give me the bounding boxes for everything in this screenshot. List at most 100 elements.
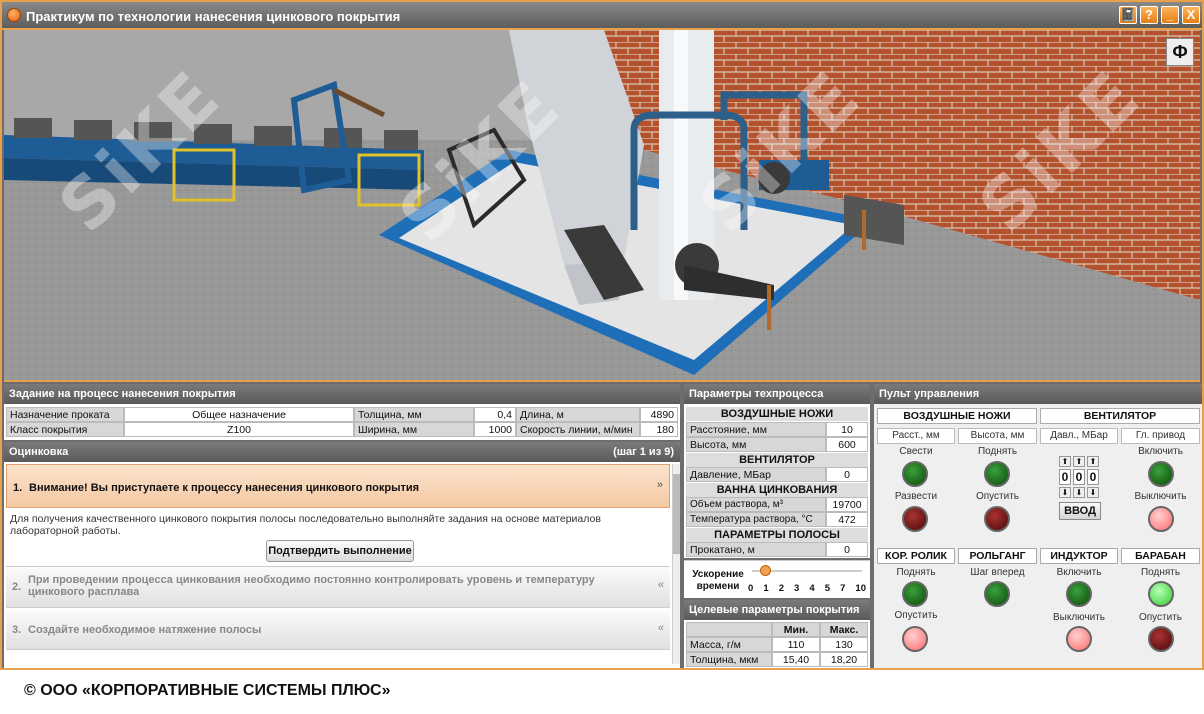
label-cr-raise: Поднять: [896, 567, 936, 578]
task-value: Z100: [124, 422, 354, 437]
task-label: Назначение проката: [6, 407, 124, 422]
param-value: 10: [826, 422, 868, 437]
chevron-left-icon[interactable]: «: [658, 622, 664, 634]
decrement-arrow-icon[interactable]: ⬇: [1073, 487, 1085, 498]
target-corner: [686, 622, 772, 637]
increment-arrow-icon[interactable]: ⬆: [1087, 456, 1099, 467]
section-bath: ВАННА ЦИНКОВАНИЯ: [686, 483, 868, 497]
title-bar: Практикум по технологии нанесения цинков…: [2, 2, 1202, 30]
target-min: 110: [772, 637, 820, 652]
step-title: Внимание! Вы приступаете к процессу нане…: [29, 482, 420, 494]
air-knives-title: ВОЗДУШНЫЕ НОЖИ: [877, 408, 1037, 424]
corr-roll-lower-button[interactable]: [902, 626, 928, 652]
journal-button[interactable]: 📓: [1119, 6, 1137, 24]
corr-roll-raise-button[interactable]: [902, 581, 928, 607]
roller-step-forward-button[interactable]: [984, 581, 1010, 607]
tick-label: 0: [748, 583, 754, 594]
company-logo-icon: Ф: [1166, 38, 1194, 66]
steps-list: 1. Внимание! Вы приступаете к процессу н…: [4, 462, 680, 668]
param-label: Объем раствора, м³: [686, 497, 826, 512]
task-panel-header: Задание на процесс нанесения покрытия: [4, 384, 680, 404]
time-accel-label: Ускорение времени: [692, 569, 744, 592]
task-table: Назначение проката Общее назначение Толщ…: [4, 404, 680, 440]
target-col-max: Макс.: [820, 622, 868, 637]
increment-arrow-icon[interactable]: ⬆: [1073, 456, 1085, 467]
drum-lower-button[interactable]: [1148, 626, 1174, 652]
step-item[interactable]: 3. Создайте необходимое натяжение полосы…: [6, 610, 670, 650]
label-ind-off: Выключить: [1052, 612, 1106, 623]
task-label: Ширина, мм: [354, 422, 474, 437]
window-title: Практикум по технологии нанесения цинков…: [26, 9, 401, 24]
drive-off-button[interactable]: [1148, 506, 1174, 532]
decrement-arrow-icon[interactable]: ⬇: [1087, 487, 1099, 498]
app-logo-icon: [7, 8, 21, 22]
enter-button[interactable]: ВВОД: [1059, 502, 1101, 520]
inductor-off-button[interactable]: [1066, 626, 1092, 652]
label-bring: Свести: [899, 446, 933, 457]
scrollbar-thumb[interactable]: [673, 474, 680, 554]
minimize-button[interactable]: _: [1161, 6, 1179, 24]
steps-scrollbar[interactable]: [672, 464, 680, 664]
step-item-active[interactable]: 1. Внимание! Вы приступаете к процессу н…: [6, 464, 670, 508]
knives-lower-button[interactable]: [984, 506, 1010, 532]
task-value: Общее назначение: [124, 407, 354, 422]
targets-table: Мин. Макс. Масса, г/м 110 130 Толщина, м…: [684, 620, 870, 668]
chevron-down-icon[interactable]: »: [657, 479, 663, 491]
increment-arrow-icon[interactable]: ⬆: [1059, 456, 1071, 467]
steps-panel-header: Оцинковка (шаг 1 из 9): [4, 442, 680, 462]
inductor-on-button[interactable]: [1066, 581, 1092, 607]
knives-raise-button[interactable]: [984, 461, 1010, 487]
param-value: 0: [826, 542, 868, 557]
step-description: Для получения качественного цинкового по…: [10, 513, 601, 537]
targets-panel-header: Целевые параметры покрытия: [684, 600, 870, 620]
param-label: Расстояние, мм: [686, 422, 826, 437]
drum-raise-button[interactable]: [1148, 581, 1174, 607]
label-lower: Опустить: [975, 491, 1020, 502]
knives-bring-button[interactable]: [902, 461, 928, 487]
time-acceleration: Ускорение времени 0 1 2 3 4 5 7 10: [684, 560, 870, 598]
task-label: Толщина, мм: [354, 407, 474, 422]
step-number: 1.: [13, 482, 23, 494]
time-accel-slider-handle[interactable]: [760, 565, 771, 576]
process-panel-header: Параметры техпроцесса: [684, 384, 870, 404]
section-air-knives: ВОЗДУШНЫЕ НОЖИ: [686, 407, 868, 421]
param-value: 19700: [826, 497, 868, 512]
control-panel: ВОЗДУШНЫЕ НОЖИ ВЕНТИЛЯТОР Расст., мм Выс…: [874, 404, 1202, 668]
step-number: 2.: [12, 581, 22, 593]
section-fan: ВЕНТИЛЯТОР: [686, 453, 868, 467]
3d-scene-view[interactable]: SiKE SiKE SiKE SiKE Ф: [4, 30, 1200, 382]
corr-roll-title: КОР. РОЛИК: [877, 548, 955, 564]
sub-pressure: Давл., МБар: [1040, 428, 1118, 444]
drive-on-button[interactable]: [1148, 461, 1174, 487]
task-value: 0,4: [474, 407, 516, 422]
label-dr-lower: Опустить: [1138, 612, 1183, 623]
confirm-button[interactable]: Подтвердить выполнение: [266, 540, 414, 562]
label-drive-off: Выключить: [1134, 491, 1187, 502]
target-min: 15,40: [772, 652, 820, 667]
chevron-left-icon[interactable]: «: [658, 579, 664, 591]
pressure-input: ⬆ ⬆ ⬆ 0 0 0 ⬇ ⬇ ⬇ ВВОД: [1059, 456, 1103, 534]
step-item[interactable]: 2. При проведении процесса цинкования не…: [6, 566, 670, 608]
param-value: 472: [826, 512, 868, 527]
param-label: Температура раствора, °С: [686, 512, 826, 527]
label-cr-lower: Опустить: [894, 610, 938, 621]
drum-title: БАРАБАН: [1121, 548, 1200, 564]
app-window: Практикум по технологии нанесения цинков…: [0, 0, 1204, 670]
digit: 0: [1087, 469, 1099, 485]
knives-spread-button[interactable]: [902, 506, 928, 532]
digit-display: 0 0 0: [1059, 469, 1103, 485]
param-label: Высота, мм: [686, 437, 826, 452]
help-button[interactable]: ?: [1140, 6, 1158, 24]
decrement-arrow-icon[interactable]: ⬇: [1059, 487, 1071, 498]
steps-title: Оцинковка: [9, 446, 69, 458]
tick-label: 5: [824, 583, 831, 594]
close-button[interactable]: X: [1182, 6, 1200, 24]
tick-label: 10: [855, 583, 866, 594]
step-title: При проведении процесса цинкования необх…: [28, 574, 595, 598]
param-label: Прокатано, м: [686, 542, 826, 557]
tick-label: 7: [840, 583, 846, 594]
label-rg-step: Шаг вперед: [970, 567, 1025, 578]
step-title: Создайте необходимое натяжение полосы: [28, 624, 262, 636]
tick-label: 4: [809, 583, 815, 594]
inductor-title: ИНДУКТОР: [1040, 548, 1118, 564]
